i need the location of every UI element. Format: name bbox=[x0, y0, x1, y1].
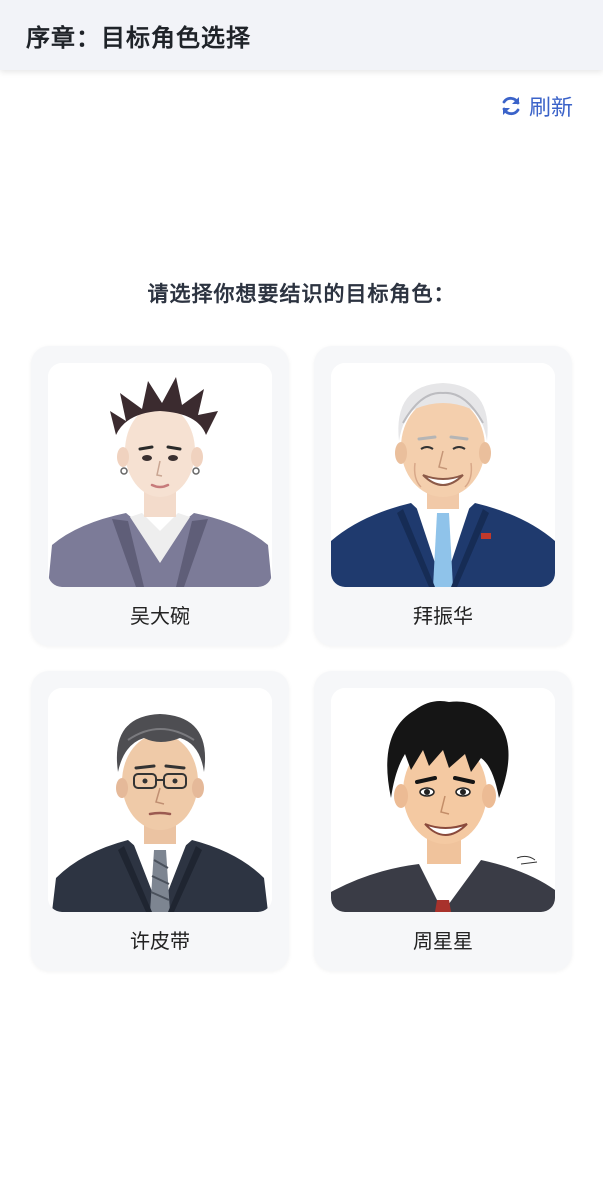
character-portrait bbox=[331, 688, 555, 912]
refresh-label: 刷新 bbox=[528, 96, 573, 121]
refresh-icon bbox=[499, 94, 523, 118]
character-card-3[interactable]: 许皮带 bbox=[31, 671, 289, 971]
character-portrait bbox=[48, 688, 272, 912]
character-portrait bbox=[331, 363, 555, 587]
character-name: 许皮带 bbox=[130, 929, 190, 953]
character-card-1[interactable]: 吴大碗 bbox=[31, 346, 289, 646]
character-card-4[interactable]: 周星星 bbox=[314, 671, 572, 971]
refresh-button[interactable]: 刷新 bbox=[499, 90, 573, 122]
page-title: 序章：目标角色选择 bbox=[26, 23, 251, 52]
character-name: 拜振华 bbox=[413, 604, 473, 628]
character-name: 吴大碗 bbox=[130, 604, 190, 628]
character-name: 周星星 bbox=[413, 929, 473, 953]
character-card-2[interactable]: 拜振华 bbox=[314, 346, 572, 646]
top-bar: 序章：目标角色选择 bbox=[0, 0, 603, 70]
selection-prompt: 请选择你想要结识的目标角色： bbox=[147, 282, 456, 306]
character-portrait bbox=[48, 363, 272, 587]
